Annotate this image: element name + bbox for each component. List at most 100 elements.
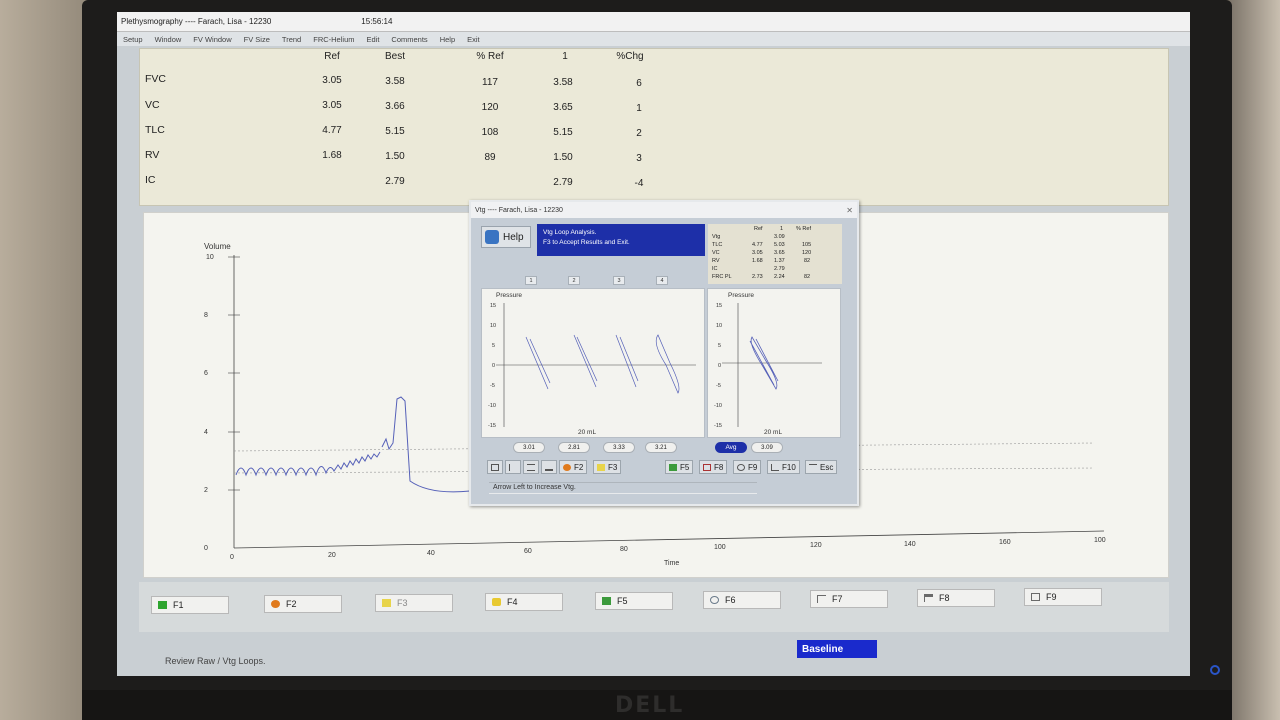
y-tick-label: 5 [718, 343, 721, 349]
title-bar: Plethysmography ---- Farach, Lisa - 1223… [117, 12, 1190, 32]
header-best: Best [384, 51, 405, 62]
f5-button[interactable]: F5 [595, 592, 673, 610]
summary-pct: 105 [802, 242, 812, 248]
menu-comments[interactable]: Comments [385, 35, 433, 44]
summary-trial: 2.24 [774, 274, 785, 280]
y-tick-label: 4 [204, 429, 208, 436]
x-ticks: 0 20 40 60 80 100 120 140 160 100 Time [230, 537, 1106, 567]
f5-dialog-label: F5 [680, 462, 690, 472]
y-tick-label: 10 [206, 254, 214, 261]
close-icon[interactable]: ✕ [846, 206, 853, 215]
row-label: VC [145, 99, 160, 111]
x-tick-label: 140 [904, 541, 916, 548]
menu-edit[interactable]: Edit [360, 35, 385, 44]
plot-xlabel: 20 mL [764, 429, 783, 436]
cell-pct-ref: 120 [481, 102, 499, 113]
cell-pct-ref: 117 [482, 77, 498, 88]
toolbar-button[interactable] [523, 460, 539, 474]
f3-dialog-button[interactable]: F3 [593, 460, 622, 474]
status-bar: Review Raw / Vtg Loops. [143, 638, 783, 668]
cell-pct-chg: 6 [636, 78, 642, 89]
header-pct-chg: %Chg [616, 51, 644, 62]
menu-setup[interactable]: Setup [117, 35, 149, 44]
y-tick-label: 15 [716, 303, 722, 309]
cell-trial-1: 3.58 [553, 77, 573, 88]
y-tick-label: 10 [490, 323, 496, 329]
green-square-icon [158, 601, 167, 609]
toolbar-button[interactable] [541, 460, 557, 474]
loop-tab-4[interactable]: 4 [656, 276, 668, 285]
y-tick-label: 0 [204, 545, 208, 552]
y-tick-label: -15 [488, 423, 496, 429]
cell-pct-ref: 108 [481, 127, 499, 138]
f7-button[interactable]: F7 [810, 590, 888, 608]
f9-dialog-button[interactable]: F9 [733, 460, 762, 474]
x-axis [233, 530, 1105, 549]
loop-tab-3[interactable]: 3 [613, 276, 625, 285]
toolbar-button[interactable] [487, 460, 503, 474]
summary-row-label: FRC PL [712, 274, 732, 280]
orange-circle-icon [563, 463, 571, 471]
f1-button[interactable]: F1 [151, 596, 229, 614]
y-ticks: 10 8 6 4 2 0 [204, 254, 240, 552]
f2-button[interactable]: F2 [264, 595, 342, 613]
plot-ylabel: Pressure [496, 292, 523, 299]
screen: Plethysmography ---- Farach, Lisa - 1223… [117, 12, 1190, 676]
f8-button[interactable]: F8 [917, 589, 995, 607]
cell-best: 3.66 [385, 101, 405, 112]
status-text: Review Raw / Vtg Loops. [165, 656, 266, 666]
menu-frc-helium[interactable]: FRC-Helium [307, 35, 360, 44]
menu-trend[interactable]: Trend [276, 35, 307, 44]
menu-fv-window[interactable]: FV Window [187, 35, 237, 44]
loop-tab-2[interactable]: 2 [568, 276, 580, 285]
cursor-icon [771, 463, 779, 471]
header-ref: Ref [324, 51, 340, 62]
lines-icon [527, 463, 535, 471]
esc-dialog-button[interactable]: Esc [805, 460, 838, 474]
cell-pct-chg: 3 [636, 153, 642, 164]
y-tick-label: 0 [492, 363, 495, 369]
f2-dialog-button[interactable]: F2 [559, 460, 588, 474]
grid-icon [491, 463, 499, 471]
vtg-value-2: 2.81 [558, 442, 590, 453]
cell-ref: 4.77 [322, 125, 342, 136]
summary-trial: 2.79 [774, 266, 785, 272]
menu-window[interactable]: Window [149, 35, 188, 44]
y-tick-label: 6 [204, 370, 208, 377]
mode-badge-label: Baseline [802, 643, 844, 655]
dialog-status: Arrow Left to Increase Vtg. [489, 482, 757, 494]
menu-fv-size[interactable]: FV Size [238, 35, 276, 44]
f9-button[interactable]: F9 [1024, 588, 1102, 606]
y-tick-label: 2 [204, 487, 208, 494]
f4-button[interactable]: F4 [485, 593, 563, 611]
menu-exit[interactable]: Exit [461, 35, 486, 44]
vtg-dialog: Vtg ---- Farach, Lisa - 12230 ✕ Help Vtg… [469, 200, 859, 506]
instruction-line: F3 to Accept Results and Exit. [543, 239, 630, 246]
summary-ref: 3.05 [752, 250, 763, 256]
x-tick-label: 160 [999, 539, 1011, 546]
x-tick-label: 80 [620, 546, 628, 553]
stop-icon [703, 463, 711, 471]
vtg-value-3: 3.33 [603, 442, 635, 453]
x-axis-label: Time [664, 560, 679, 567]
clock: 15:56:14 [361, 17, 393, 26]
toolbar-button[interactable] [505, 460, 521, 474]
orange-circle-icon [271, 600, 280, 608]
f8-dialog-button[interactable]: F8 [699, 460, 728, 474]
f8-dialog-label: F8 [714, 462, 724, 472]
avg-badge[interactable]: Avg [715, 442, 747, 453]
f10-dialog-button[interactable]: F10 [767, 460, 800, 474]
summary-trial: 1.37 [774, 258, 785, 264]
power-icon[interactable] [1210, 665, 1220, 675]
x-tick-label: 120 [810, 542, 822, 549]
f9-dialog-label: F9 [748, 462, 758, 472]
loop-tab-1[interactable]: 1 [525, 276, 537, 285]
help-button[interactable]: Help [481, 226, 531, 248]
f6-button[interactable]: F6 [703, 591, 781, 609]
menu-help[interactable]: Help [434, 35, 461, 44]
vtg-average-plot: 15 10 5 0 -5 -10 -15 Pressure 20 mL [707, 288, 841, 438]
f5-dialog-button[interactable]: F5 [665, 460, 694, 474]
f3-button[interactable]: F3 [375, 594, 453, 612]
summary-trial: 3.09 [774, 234, 785, 240]
summary-ref: 1.68 [752, 258, 763, 264]
